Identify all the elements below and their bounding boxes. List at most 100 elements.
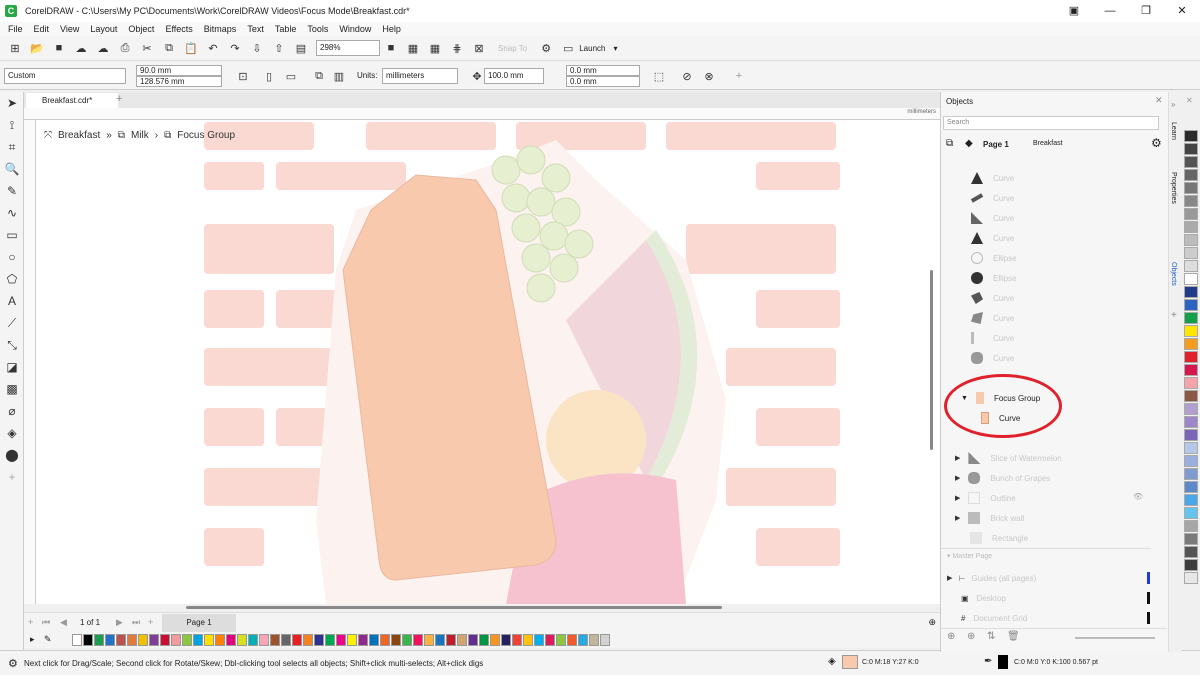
color-swatch[interactable] <box>1184 377 1198 389</box>
thumbnail-size-slider[interactable] <box>1075 637 1155 639</box>
save-icon[interactable]: ■ <box>51 40 67 56</box>
menu-text[interactable]: Text <box>247 24 264 34</box>
vertical-ruler[interactable] <box>24 120 36 604</box>
color-swatch[interactable] <box>281 634 291 646</box>
treat-as-filled-icon[interactable]: ⬚ <box>651 68 667 84</box>
palette-arrow-icon[interactable]: ▸ <box>30 634 35 645</box>
prev-page-icon[interactable]: ◀ <box>60 617 67 628</box>
color-swatch[interactable] <box>479 634 489 646</box>
show-guidelines-icon[interactable]: ⋕ <box>449 40 465 56</box>
outline-swatch[interactable] <box>998 655 1008 669</box>
width-field[interactable]: 90.0 mm <box>136 65 222 76</box>
master-page-section[interactable]: ▾ Master Page <box>941 548 1151 564</box>
color-swatch[interactable] <box>1184 182 1198 194</box>
color-swatch[interactable] <box>1184 429 1198 441</box>
panel-close-icon[interactable]: ✕ <box>1155 95 1163 106</box>
fill-swatch[interactable] <box>842 655 858 669</box>
shape-tool-icon[interactable]: ⟟ <box>0 114 24 136</box>
color-swatch[interactable] <box>512 634 522 646</box>
color-swatch[interactable] <box>292 634 302 646</box>
ellipse-tool-icon[interactable]: ○ <box>0 246 24 268</box>
search-input[interactable]: Search <box>943 116 1159 130</box>
full-screen-icon[interactable]: ■ <box>383 40 399 56</box>
color-swatch[interactable] <box>380 634 390 646</box>
delete-icon[interactable]: 🗑 <box>1007 631 1020 642</box>
copy-icon[interactable]: ⧉ <box>161 40 177 56</box>
color-swatch[interactable] <box>369 634 379 646</box>
horizontal-scrollbar[interactable] <box>186 606 722 609</box>
list-item[interactable]: ▣ Desktop <box>961 588 1171 608</box>
color-swatch[interactable] <box>1184 481 1198 493</box>
color-swatch[interactable] <box>72 634 82 646</box>
new-tab-icon[interactable]: + <box>116 93 122 105</box>
undo-icon[interactable]: ↶ <box>205 40 221 56</box>
move-layer-icon[interactable]: ⇅ <box>987 631 995 642</box>
duplicate-x-field[interactable]: 0.0 mm <box>566 65 640 76</box>
color-swatch[interactable] <box>1184 442 1198 454</box>
color-swatch[interactable] <box>1184 325 1198 337</box>
cut-icon[interactable]: ✂ <box>139 40 155 56</box>
color-swatch[interactable] <box>1184 130 1198 142</box>
tab-learn[interactable]: Learn <box>1170 122 1177 140</box>
cloud-upload-icon[interactable]: ☁ <box>73 40 89 56</box>
menu-layout[interactable]: Layout <box>90 24 117 34</box>
focus-mode-icon[interactable]: ⤧ <box>44 130 52 141</box>
list-item[interactable]: Curve <box>971 348 1181 368</box>
list-item[interactable]: Curve <box>971 328 1181 348</box>
color-swatch[interactable] <box>1184 455 1198 467</box>
color-swatch[interactable] <box>413 634 423 646</box>
color-swatch[interactable] <box>171 634 181 646</box>
color-swatch[interactable] <box>1184 351 1198 363</box>
add-page-icon[interactable]: + <box>28 617 33 627</box>
cloud-download-icon[interactable]: ☁ <box>95 40 111 56</box>
vertical-scrollbar[interactable] <box>930 270 933 450</box>
add-tool-icon[interactable]: + <box>0 466 24 488</box>
color-swatch[interactable] <box>1184 559 1198 571</box>
color-swatch[interactable] <box>1184 520 1198 532</box>
nudge-distance-field[interactable]: 100.0 mm <box>484 68 544 84</box>
visibility-eye-icon[interactable]: 👁 <box>1133 492 1143 501</box>
polygon-tool-icon[interactable]: ⬠ <box>0 268 24 290</box>
list-item[interactable]: Curve <box>971 288 1181 308</box>
launch-icon[interactable]: ▭ <box>560 40 576 56</box>
color-swatch[interactable] <box>193 634 203 646</box>
color-swatch[interactable] <box>1184 312 1198 324</box>
color-swatch[interactable] <box>1184 338 1198 350</box>
breadcrumb-breakfast[interactable]: Breakfast <box>58 130 100 141</box>
duplicate-y-field[interactable]: 0.0 mm <box>566 76 640 87</box>
color-swatch[interactable] <box>270 634 280 646</box>
color-swatch[interactable] <box>94 634 104 646</box>
zoom-tool-icon[interactable]: 🔍 <box>0 158 24 180</box>
color-swatch[interactable] <box>1184 572 1198 584</box>
color-swatch[interactable] <box>259 634 269 646</box>
smart-fill-tool-icon[interactable]: ⬤ <box>0 444 24 466</box>
color-swatch[interactable] <box>391 634 401 646</box>
list-item[interactable]: Curve <box>970 188 1181 208</box>
color-swatch[interactable] <box>325 634 335 646</box>
interactive-fill-tool-icon[interactable]: ◈ <box>0 422 24 444</box>
color-swatch[interactable] <box>1184 533 1198 545</box>
redo-icon[interactable]: ↷ <box>227 40 243 56</box>
snap-off-icon[interactable]: ⊠ <box>471 40 487 56</box>
lock-ratio-icon[interactable]: ⊡ <box>235 68 251 84</box>
menu-effects[interactable]: Effects <box>165 24 192 34</box>
gear-icon[interactable]: ⚙ <box>8 657 18 670</box>
color-swatch[interactable] <box>1184 247 1198 259</box>
menu-object[interactable]: Object <box>128 24 154 34</box>
color-swatch[interactable] <box>1184 195 1198 207</box>
color-swatch[interactable] <box>149 634 159 646</box>
minimize-button[interactable]: — <box>1092 0 1128 22</box>
tab-properties[interactable]: Properties <box>1170 172 1177 204</box>
artistic-media-tool-icon[interactable]: ∿ <box>0 202 24 224</box>
rectangle-tool-icon[interactable]: ▭ <box>0 224 24 246</box>
add-page-end-icon[interactable]: + <box>148 617 153 627</box>
color-swatch[interactable] <box>204 634 214 646</box>
color-swatch[interactable] <box>457 634 467 646</box>
menu-table[interactable]: Table <box>275 24 297 34</box>
list-item[interactable]: Ellipse <box>971 248 1181 268</box>
color-swatch[interactable] <box>226 634 236 646</box>
list-item[interactable]: ▶ Bunch of Grapes <box>955 468 1165 488</box>
list-item[interactable]: ▶ Brick wall <box>955 508 1165 528</box>
color-swatch[interactable] <box>1184 299 1198 311</box>
menu-bitmaps[interactable]: Bitmaps <box>204 24 237 34</box>
